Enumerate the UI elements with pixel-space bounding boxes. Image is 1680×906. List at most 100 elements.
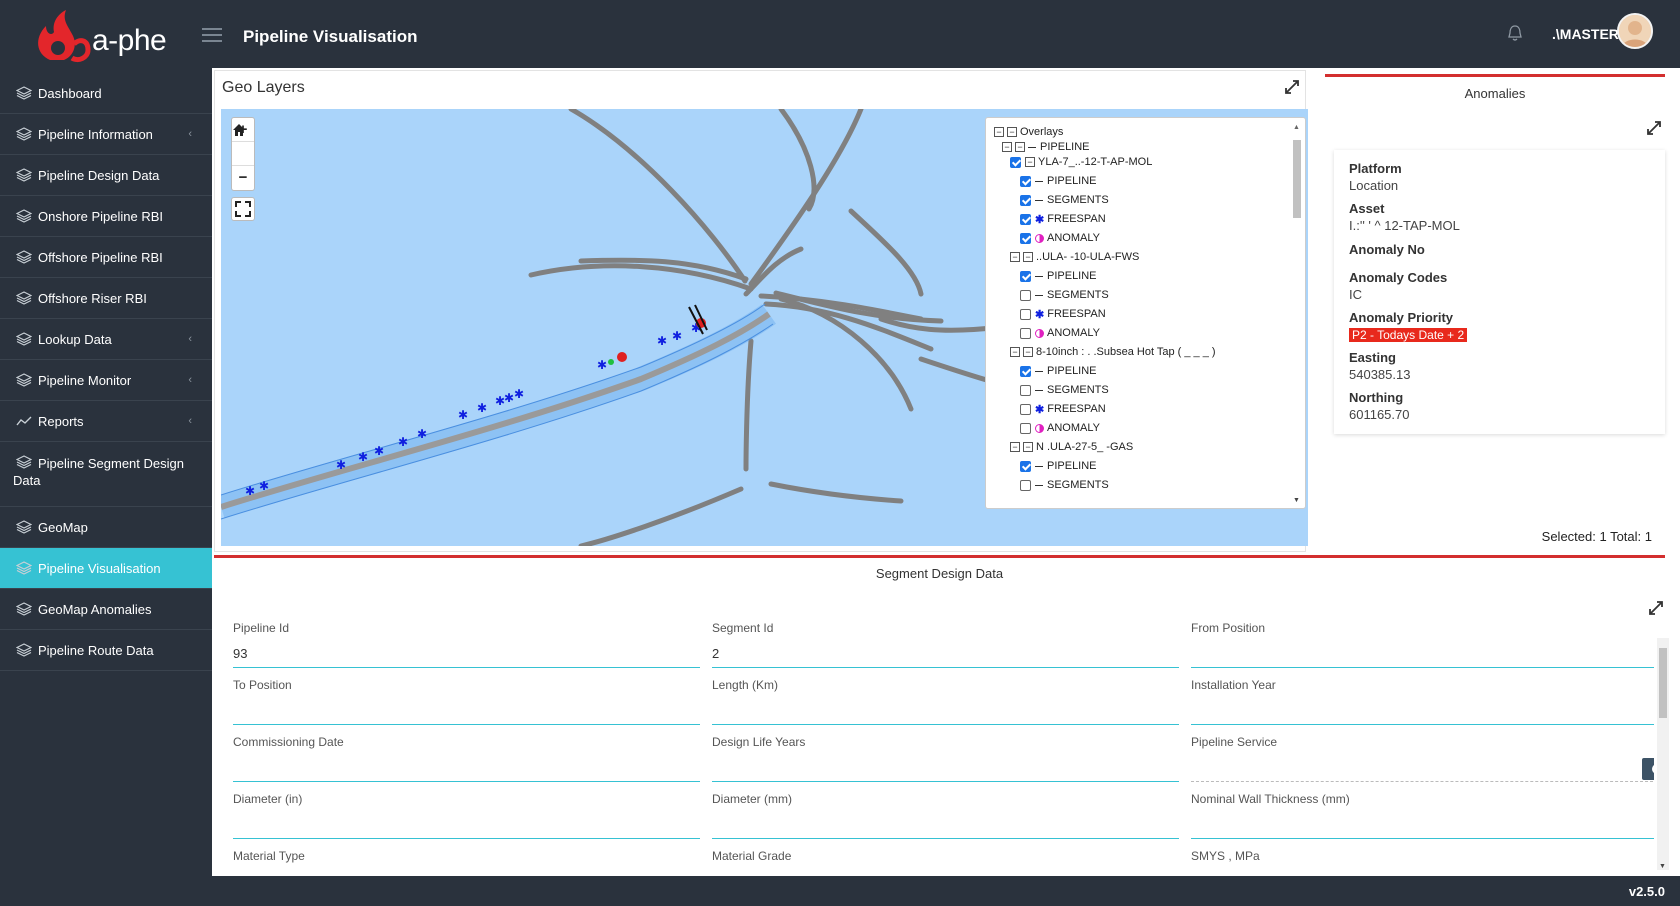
field-diameter-in-[interactable]: Diameter (in)	[233, 785, 700, 839]
layer-item-segments[interactable]: SEGMENTS	[1020, 287, 1109, 303]
layer-item-freespan[interactable]: ✱FREESPAN	[1020, 401, 1106, 417]
layer-item-anomaly[interactable]: ANOMALY	[1020, 230, 1100, 246]
folder-icon: −	[1023, 347, 1033, 357]
layer-item-pipeline[interactable]: PIPELINE	[1020, 458, 1097, 474]
layer-checkbox[interactable]	[1020, 271, 1031, 282]
sidebar-item-pipeline-segment-design[interactable]: Pipeline Segment DesignData	[0, 442, 212, 507]
username[interactable]: .\MASTER	[1552, 26, 1619, 42]
scroll-up-icon[interactable]: ▲	[1293, 124, 1300, 131]
layer-group[interactable]: − − PIPELINE	[1002, 139, 1090, 155]
sidebar-item-offshore-riser-rbi[interactable]: Offshore Riser RBI	[0, 278, 212, 319]
layer-label: PIPELINE	[1047, 175, 1097, 187]
layer-item-anomaly[interactable]: ANOMALY	[1020, 325, 1100, 341]
field-segment-id[interactable]: Segment Id2	[712, 614, 1179, 668]
collapse-icon[interactable]: −	[1010, 442, 1020, 452]
layer-asset[interactable]: −YLA-7_..-12-T-AP-MOL	[1010, 154, 1152, 170]
field-pipeline-id[interactable]: Pipeline Id93	[233, 614, 700, 668]
sidebar-item-dashboard[interactable]: Dashboard	[0, 73, 212, 114]
field-smys-mpa[interactable]: SMYS , MPa	[1191, 842, 1654, 876]
sidebar-item-onshore-pipeline-rbi[interactable]: Onshore Pipeline RBI	[0, 196, 212, 237]
sidebar-item-offshore-pipeline-rbi[interactable]: Offshore Pipeline RBI	[0, 237, 212, 278]
sidebar-item-lookup-data[interactable]: Lookup Data‹	[0, 319, 212, 360]
layer-checkbox[interactable]	[1020, 461, 1031, 472]
fullscreen-button[interactable]	[231, 197, 255, 221]
sidebar-item-reports[interactable]: Reports‹	[0, 401, 212, 442]
collapse-icon[interactable]: −	[1010, 347, 1020, 357]
field-pipeline-service[interactable]: Pipeline Service	[1191, 728, 1654, 782]
avatar[interactable]	[1617, 13, 1653, 49]
collapse-icon[interactable]: −	[1002, 142, 1012, 152]
layer-item-anomaly[interactable]: ANOMALY	[1020, 420, 1100, 436]
anomaly-icon	[1035, 329, 1044, 338]
layer-item-freespan[interactable]: ✱FREESPAN	[1020, 211, 1106, 227]
field-label: SMYS , MPa	[1191, 849, 1260, 863]
anomaly-card[interactable]: Platform Location Asset I.:'' ' ^ 12-TAP…	[1334, 150, 1665, 434]
sidebar-item-pipeline-route-data[interactable]: Pipeline Route Data	[0, 630, 212, 671]
layer-checkbox[interactable]	[1020, 290, 1031, 301]
field-material-type[interactable]: Material Type	[233, 842, 700, 876]
sidebar-item-geomap-anomalies[interactable]: GeoMap Anomalies	[0, 589, 212, 630]
sidebar-item-pipeline-monitor[interactable]: Pipeline Monitor‹	[0, 360, 212, 401]
layer-asset[interactable]: −−..ULA- -10-ULA-FWS	[1010, 249, 1139, 265]
layer-checkbox[interactable]	[1020, 214, 1031, 225]
layer-label: ANOMALY	[1047, 422, 1100, 434]
field-installation-year[interactable]: Installation Year	[1191, 671, 1654, 725]
scroll-down-icon[interactable]: ▼	[1659, 863, 1666, 870]
field-to-position[interactable]: To Position	[233, 671, 700, 725]
layer-item-pipeline[interactable]: PIPELINE	[1020, 173, 1097, 189]
layer-item-segments[interactable]: SEGMENTS	[1020, 192, 1109, 208]
layer-scroll-thumb[interactable]	[1293, 140, 1301, 218]
bell-icon[interactable]	[1506, 24, 1524, 42]
field-material-grade[interactable]: Material Grade	[712, 842, 1179, 876]
field-design-life-years[interactable]: Design Life Years	[712, 728, 1179, 782]
sidebar-item-pipeline-design-data[interactable]: Pipeline Design Data	[0, 155, 212, 196]
field-nominal-wall-thickness-mm-[interactable]: Nominal Wall Thickness (mm)	[1191, 785, 1654, 839]
zoom-out-button[interactable]: −	[232, 166, 254, 190]
dropdown-toggle-button[interactable]	[1642, 758, 1654, 780]
layer-item-freespan[interactable]: ✱FREESPAN	[1020, 306, 1106, 322]
platform-label: Platform	[1349, 161, 1402, 176]
layer-checkbox[interactable]	[1020, 195, 1031, 206]
layer-checkbox[interactable]	[1020, 385, 1031, 396]
collapse-icon[interactable]: −	[1010, 252, 1020, 262]
sidebar-item-label: Pipeline Design Data	[38, 168, 159, 183]
layer-checkbox[interactable]	[1020, 480, 1031, 491]
layer-checkbox[interactable]	[1010, 157, 1021, 168]
map-canvas[interactable]: ✱✱✱ ✱✱✱ ✱✱✱ ✱✱✱ ✱✱✱ ✱ + −	[221, 109, 1308, 546]
sidebar-item-geomap[interactable]: GeoMap	[0, 507, 212, 548]
menu-toggle-icon[interactable]	[202, 28, 222, 42]
expand-icon[interactable]	[1646, 120, 1662, 136]
svg-text:✱: ✱	[477, 401, 487, 415]
layer-item-pipeline[interactable]: PIPELINE	[1020, 268, 1097, 284]
layer-asset[interactable]: −−N .ULA-27-5_ -GAS	[1010, 439, 1133, 455]
layer-item-pipeline[interactable]: PIPELINE	[1020, 363, 1097, 379]
layer-checkbox[interactable]	[1020, 309, 1031, 320]
layer-asset[interactable]: −−8-10inch : . .Subsea Hot Tap ( _ _ _ )	[1010, 344, 1216, 360]
layer-checkbox[interactable]	[1020, 328, 1031, 339]
location-value: Location	[1349, 178, 1398, 193]
folder-icon: −	[1023, 252, 1033, 262]
segment-scrollbar[interactable]: ▼	[1657, 638, 1669, 870]
layer-checkbox[interactable]	[1020, 404, 1031, 415]
layer-checkbox[interactable]	[1020, 423, 1031, 434]
collapse-icon[interactable]: −	[994, 127, 1004, 137]
page-title: Pipeline Visualisation	[243, 27, 417, 47]
layer-checkbox[interactable]	[1020, 176, 1031, 187]
field-diameter-mm-[interactable]: Diameter (mm)	[712, 785, 1179, 839]
field-length-km-[interactable]: Length (Km)	[712, 671, 1179, 725]
layer-item-segments[interactable]: SEGMENTS	[1020, 382, 1109, 398]
layer-checkbox[interactable]	[1020, 366, 1031, 377]
field-from-position[interactable]: From Position	[1191, 614, 1654, 668]
svg-text:✱: ✱	[259, 479, 269, 493]
sidebar-item-pipeline-information[interactable]: Pipeline Information‹	[0, 114, 212, 155]
layer-checkbox[interactable]	[1020, 233, 1031, 244]
segment-scroll-thumb[interactable]	[1659, 648, 1667, 718]
layer-item-segments[interactable]: SEGMENTS	[1020, 477, 1109, 493]
sidebar-item-pipeline-visualisation[interactable]: Pipeline Visualisation	[0, 548, 212, 589]
layer-root[interactable]: − − Overlays	[994, 124, 1063, 140]
field-commissioning-date[interactable]: Commissioning Date	[233, 728, 700, 782]
home-button[interactable]	[232, 142, 254, 166]
scroll-down-icon[interactable]: ▼	[1293, 497, 1300, 504]
layer-scrollbar[interactable]: ▲ ▼	[1291, 124, 1303, 504]
expand-icon[interactable]	[1284, 79, 1300, 95]
